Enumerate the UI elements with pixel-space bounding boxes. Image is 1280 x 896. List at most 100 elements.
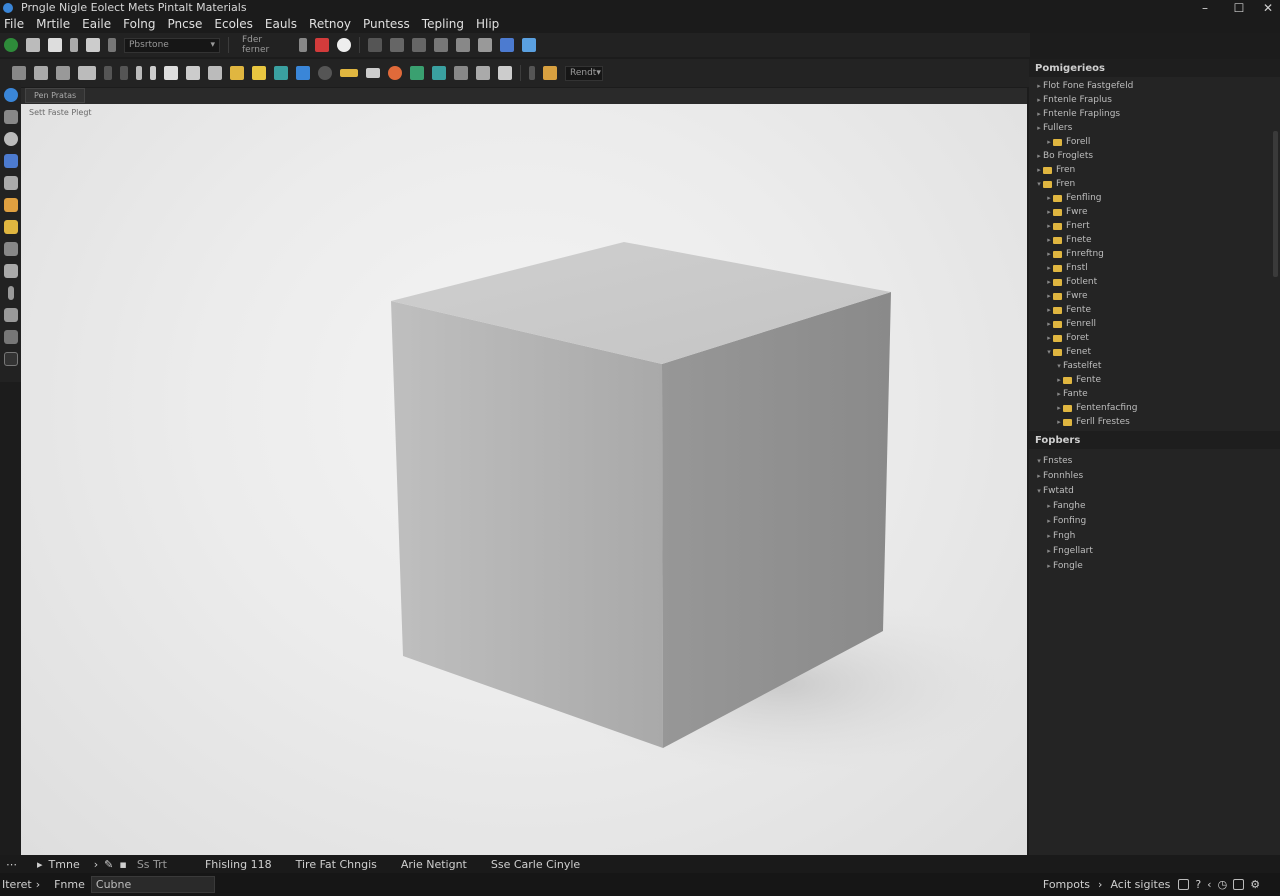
paint-bucket-icon[interactable]: [315, 38, 329, 52]
tree-item[interactable]: ▸ Fwre: [1029, 205, 1280, 219]
undo-icon[interactable]: [56, 66, 70, 80]
rotate-icon[interactable]: [456, 38, 470, 52]
collapse-arrow-icon[interactable]: ▸: [1045, 222, 1053, 230]
play-icon[interactable]: ▸: [37, 858, 43, 871]
menu-pncse[interactable]: Pncse: [162, 17, 209, 31]
page-icon[interactable]: [164, 66, 178, 80]
layers-icon[interactable]: [78, 66, 96, 80]
save-icon[interactable]: [34, 66, 48, 80]
tree-item[interactable]: ▸ Fonnhles: [1029, 468, 1280, 483]
arrow-right-icon[interactable]: [529, 66, 535, 80]
menu-icon[interactable]: ⋯: [6, 858, 17, 871]
tree-item[interactable]: ▸ Fullers: [1029, 121, 1280, 135]
expand-arrow-icon[interactable]: ▾: [1035, 180, 1043, 188]
tree-item[interactable]: ▸ Fnstl: [1029, 261, 1280, 275]
collapse-arrow-icon[interactable]: ▸: [1035, 96, 1043, 104]
collapse-arrow-icon[interactable]: ▸: [1045, 547, 1053, 555]
collapse-arrow-icon[interactable]: ▸: [1045, 250, 1053, 258]
chevron-down-icon[interactable]: [120, 66, 128, 80]
tree-item[interactable]: ▸ Fngh: [1029, 528, 1280, 543]
expand-arrow-icon[interactable]: ▾: [1055, 362, 1063, 370]
move-icon[interactable]: [390, 38, 404, 52]
tree-item[interactable]: ▸ Fnreftng: [1029, 247, 1280, 261]
pin-icon[interactable]: [70, 38, 78, 52]
tree-item[interactable]: ▸ Fonfing: [1029, 513, 1280, 528]
brush-icon[interactable]: [410, 66, 424, 80]
tree-item[interactable]: ▸ Foret: [1029, 331, 1280, 345]
close-button[interactable]: ✕: [1253, 0, 1280, 15]
collapse-arrow-icon[interactable]: ▸: [1045, 208, 1053, 216]
texture-icon[interactable]: [3, 198, 18, 212]
bar-icon[interactable]: [150, 66, 156, 80]
paint-icon[interactable]: [3, 154, 18, 168]
expand-arrow-icon[interactable]: ▾: [1035, 487, 1043, 495]
hand-icon[interactable]: [3, 110, 18, 124]
chevron-left-icon[interactable]: ‹: [1207, 878, 1211, 891]
collapse-arrow-icon[interactable]: ▸: [1045, 138, 1053, 146]
scrollbar[interactable]: [1273, 131, 1278, 277]
globe-icon[interactable]: [4, 38, 18, 52]
collapse-arrow-icon[interactable]: ▸: [1035, 124, 1043, 132]
menu-hlip[interactable]: Hlip: [470, 17, 505, 31]
collapse-arrow-icon[interactable]: ▸: [1045, 517, 1053, 525]
collapse-arrow-icon[interactable]: ▸: [1045, 320, 1053, 328]
zoom-icon[interactable]: [3, 132, 18, 146]
arrow-icon[interactable]: ›: [94, 858, 98, 871]
menu-file[interactable]: File: [0, 17, 30, 31]
collapse-arrow-icon[interactable]: ▸: [1045, 502, 1053, 510]
pencil-icon[interactable]: ✎: [104, 858, 113, 871]
save-icon[interactable]: [48, 38, 62, 52]
tree-item[interactable]: ▸ Fnete: [1029, 233, 1280, 247]
tree-item[interactable]: ▾ Fastelfet: [1029, 359, 1280, 373]
menu-tepling[interactable]: Tepling: [416, 17, 470, 31]
arrow-right-icon[interactable]: [104, 66, 112, 80]
cube-model[interactable]: [21, 104, 1027, 855]
circle-icon[interactable]: [318, 66, 332, 80]
pin-icon[interactable]: [7, 286, 14, 300]
pin-icon[interactable]: [136, 66, 142, 80]
collapse-arrow-icon[interactable]: ▸: [1045, 236, 1053, 244]
clock-icon[interactable]: ◷: [1218, 878, 1228, 891]
menu-folng[interactable]: Folng: [117, 17, 161, 31]
settings-icon[interactable]: ⚙: [1250, 878, 1260, 891]
collapse-arrow-icon[interactable]: ▸: [1045, 194, 1053, 202]
tree-item[interactable]: ▸ Fenfling: [1029, 191, 1280, 205]
tree-item[interactable]: ▸ Fente: [1029, 303, 1280, 317]
collapse-arrow-icon[interactable]: ▸: [1035, 82, 1043, 90]
expand-arrow-icon[interactable]: ▾: [1035, 457, 1043, 465]
tree-item[interactable]: ▸ Fren: [1029, 163, 1280, 177]
frame-icon[interactable]: [3, 352, 18, 366]
folder-icon[interactable]: [230, 66, 244, 80]
sphere-icon[interactable]: [337, 38, 351, 52]
tree-item[interactable]: ▸ Fanghe: [1029, 498, 1280, 513]
help-icon[interactable]: ?: [1195, 878, 1201, 891]
render-settings-icon[interactable]: [543, 66, 557, 80]
3d-viewport[interactable]: Sett Faste Plegt: [21, 104, 1027, 855]
collapse-arrow-icon[interactable]: ▸: [1045, 278, 1053, 286]
grid-icon[interactable]: [368, 38, 382, 52]
layers-icon[interactable]: [3, 176, 18, 190]
color-wheel-icon[interactable]: [388, 66, 402, 80]
layer-dropdown[interactable]: Fder ferner: [237, 35, 291, 55]
open-icon[interactable]: [26, 38, 40, 52]
texture-icon[interactable]: [432, 66, 446, 80]
collapse-arrow-icon[interactable]: ▸: [1045, 292, 1053, 300]
style-dropdown[interactable]: Pbsrtone ▾: [124, 37, 220, 53]
tree-item[interactable]: ▾ Fwtatd: [1029, 483, 1280, 498]
tree-item[interactable]: ▾ Fren: [1029, 177, 1280, 191]
tree-item[interactable]: ▾ Fnstes: [1029, 453, 1280, 468]
collapse-arrow-icon[interactable]: ▸: [1035, 152, 1043, 160]
tree-item[interactable]: ▸ Bo Froglets: [1029, 149, 1280, 163]
image-icon[interactable]: [454, 66, 468, 80]
tree-item[interactable]: ▸ Fntenle Fraplings: [1029, 107, 1280, 121]
collapse-arrow-icon[interactable]: ▸: [1055, 376, 1063, 384]
tree-item[interactable]: ▸ Fngellart: [1029, 543, 1280, 558]
pencil-icon[interactable]: [434, 38, 448, 52]
line-icon[interactable]: [412, 38, 426, 52]
collapse-arrow-icon[interactable]: ▸: [1045, 264, 1053, 272]
collapse-arrow-icon[interactable]: ▸: [1045, 334, 1053, 342]
tree-item[interactable]: ▸ Fentenfacfing: [1029, 401, 1280, 415]
tree-item[interactable]: ▸ Flot Fone Fastgefeld: [1029, 79, 1280, 93]
name-field[interactable]: Cubne: [90, 876, 215, 893]
collapse-arrow-icon[interactable]: ▸: [1045, 532, 1053, 540]
